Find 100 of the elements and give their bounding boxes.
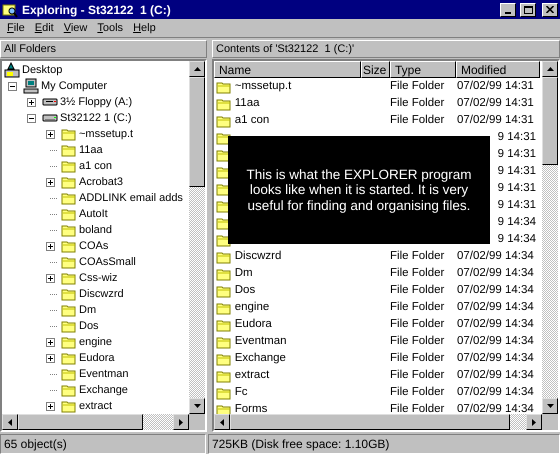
tree-item[interactable]: Eudora [77,352,116,364]
file-type: File Folder [390,80,446,92]
close-button[interactable] [542,2,558,16]
left-arrow-icon [220,418,224,426]
file-name[interactable]: Exchange [234,352,286,364]
column-header[interactable]: Size [361,61,390,78]
tree-item[interactable]: a1 con [77,160,114,172]
up-arrow-icon [194,67,200,71]
tree-item[interactable]: AutoIt [77,208,110,220]
folder-icon [61,319,77,333]
tree-item[interactable]: ADDLINK email adds [77,192,185,204]
scroll-thumb[interactable] [18,414,143,430]
folder-icon [61,399,77,413]
menu-item[interactable]: Tools [92,20,128,36]
tree-item[interactable]: ~mssetup.t [77,128,136,140]
folder-icon [61,287,77,301]
tree-item[interactable]: Exchange [77,384,130,396]
menu-item[interactable]: View [58,20,92,36]
folder-icon [61,383,77,397]
scroll-down-button[interactable] [542,398,558,414]
column-header[interactable]: Modified [456,61,540,78]
tree-item[interactable]: COAsSmall [77,256,138,268]
file-name[interactable]: engine [234,302,270,314]
file-name[interactable]: Dos [234,284,256,296]
expand-icon[interactable] [46,402,55,410]
file-modified: 9 14:34 [498,216,537,228]
column-header[interactable]: Type [390,61,456,78]
file-modified: 9 14:31 [498,148,537,160]
expand-icon[interactable] [46,274,55,282]
tree-item[interactable]: Desktop [20,64,64,76]
tree-item[interactable]: Discwzrd [77,288,126,300]
right-arrow-icon [179,418,183,426]
tree-item[interactable]: COAs [77,240,110,252]
scroll-thumb[interactable] [542,77,558,165]
file-name[interactable]: ~mssetup.t [234,80,292,92]
vertical-scrollbar[interactable] [189,61,205,414]
column-header[interactable]: Name [214,61,361,78]
file-modified: 07/02/99 14:34 [456,334,534,347]
expand-icon[interactable] [46,354,55,362]
file-name[interactable]: Eventman [234,336,287,348]
maximize-button[interactable] [520,2,536,16]
expand-icon[interactable] [46,242,55,250]
file-name[interactable]: Fc [234,386,248,398]
tree-item[interactable]: Eventman [77,368,131,380]
file-name[interactable]: Dm [234,268,253,280]
folder-icon [61,367,77,381]
status-text: 65 object(s) [0,434,206,454]
file-modified: 9 14:34 [498,232,537,245]
collapse-icon[interactable] [8,82,17,90]
pane-header: All Folders [0,40,207,58]
file-type: File Folder [390,250,446,262]
folder-icon [61,175,77,189]
menu-item[interactable]: File [2,20,30,36]
scroll-up-button[interactable] [189,61,205,77]
folder-icon [61,191,77,205]
scroll-up-button[interactable] [542,61,558,77]
scroll-left-button[interactable] [214,414,230,430]
scroll-thumb[interactable] [189,77,205,187]
tree-item[interactable]: Css-wiz [77,272,120,284]
scroll-right-button[interactable] [173,414,189,430]
folder-icon [61,143,77,157]
file-name[interactable]: a1 con [234,114,270,126]
tree-item[interactable]: 11aa [77,144,105,156]
expand-icon[interactable] [46,130,55,138]
scroll-down-button[interactable] [189,398,205,414]
menu-item[interactable]: Help [128,20,161,36]
tree-item[interactable]: St32122 1 (C:) [58,112,134,124]
file-modified: 07/02/99 14:34 [456,266,534,279]
file-name[interactable]: extract [234,370,270,382]
up-arrow-icon [546,67,554,71]
expand-icon[interactable] [46,338,55,346]
tree-item[interactable]: boland [77,224,114,236]
tree-item[interactable]: extract [77,400,114,412]
scroll-left-button[interactable] [2,414,18,430]
tree-item[interactable]: Acrobat3 [77,176,126,188]
file-name[interactable]: Eudora [234,318,272,330]
menu-item[interactable]: Edit [30,20,59,36]
tree-item[interactable]: engine [77,336,114,348]
tree-item[interactable]: My Computer [39,80,110,92]
file-modified: 07/02/99 14:34 [456,368,534,381]
vertical-scrollbar[interactable] [542,61,558,414]
horizontal-scrollbar[interactable] [2,414,189,430]
tree-item[interactable]: Dos [77,320,101,332]
close-icon [546,6,554,13]
file-name[interactable]: Forms [234,404,268,414]
scroll-right-button[interactable] [526,414,542,430]
file-name[interactable]: Discwzrd [234,250,282,262]
tree-item[interactable]: Dm [77,304,98,316]
file-modified: 9 14:31 [498,164,537,177]
expand-icon[interactable] [27,98,36,106]
tree-item[interactable]: 3½ Floppy (A:) [58,96,134,108]
file-name[interactable]: 11aa [234,98,260,110]
folder-icon [61,255,77,269]
folder-icon [61,159,77,173]
left-arrow-icon [8,418,12,426]
down-arrow-icon [194,404,200,408]
scrollbar-corner [542,414,558,430]
collapse-icon[interactable] [27,114,36,122]
minimize-button[interactable] [500,2,516,16]
expand-icon[interactable] [46,178,55,186]
